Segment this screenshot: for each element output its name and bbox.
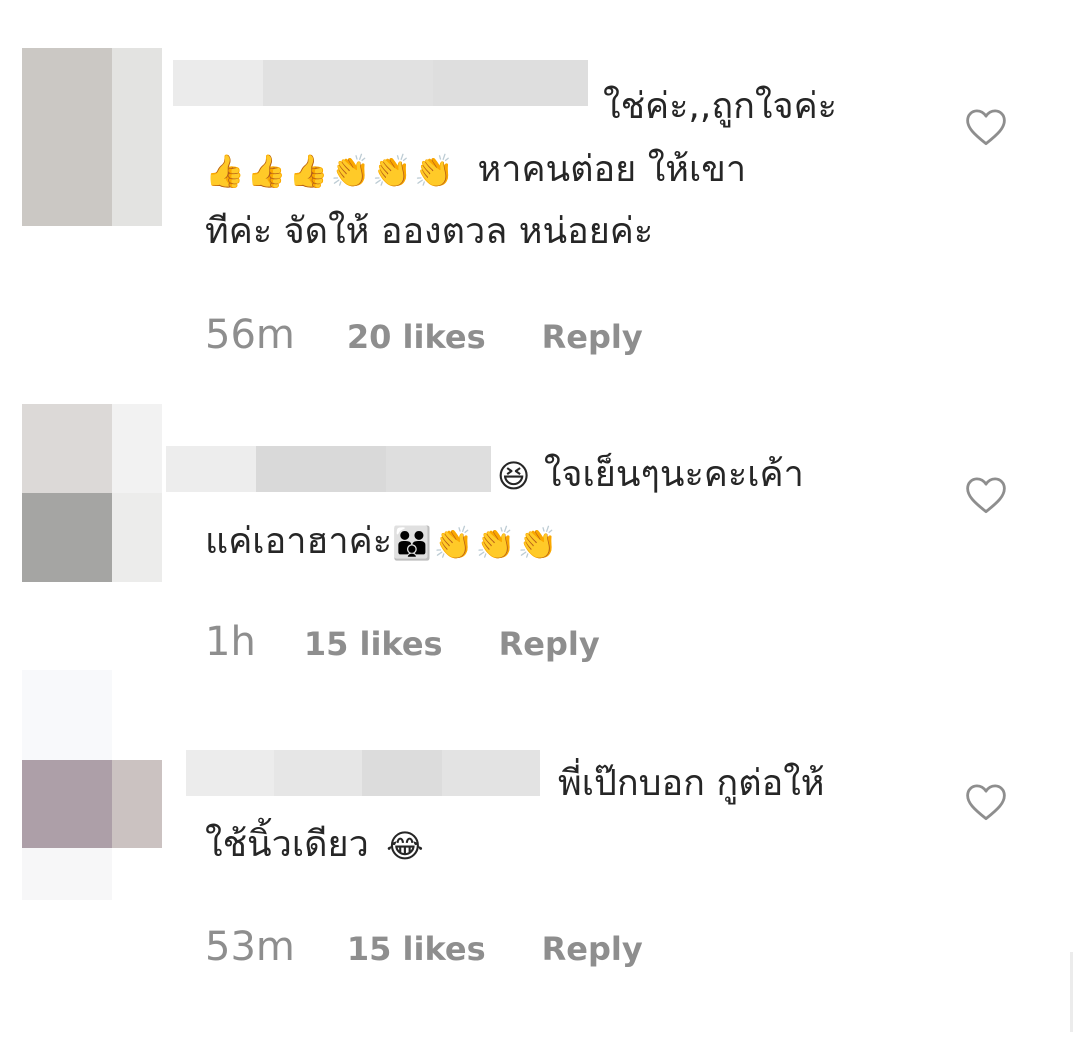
comment-meta: 1h 15 likes Reply bbox=[205, 619, 600, 665]
comment-text-line: 👍👍👍👏👏👏 หาคนต่อย ให้เขา bbox=[205, 143, 746, 198]
avatar[interactable] bbox=[22, 404, 162, 582]
comment-text-line: ใช่ค่ะ,,ถูกใจค่ะ bbox=[603, 86, 837, 127]
clapping-hands-icon: 👏 bbox=[433, 524, 474, 562]
comment-meta: 56m 20 likes Reply bbox=[205, 312, 643, 358]
reply-button[interactable]: Reply bbox=[542, 318, 643, 356]
likes-count[interactable]: 20 likes bbox=[347, 318, 486, 356]
scrollbar-edge bbox=[1070, 952, 1073, 1032]
comment-text-line: ใช้นิ้วเดียว 😂 bbox=[205, 818, 426, 873]
heart-outline-icon[interactable] bbox=[965, 475, 1007, 515]
clapping-hands-icon: 👏 bbox=[372, 152, 413, 190]
clapping-hands-icon: 👏 bbox=[475, 524, 516, 562]
likes-count[interactable]: 15 likes bbox=[304, 625, 443, 663]
comment-timestamp[interactable]: 53m bbox=[205, 924, 295, 970]
comment-meta: 53m 15 likes Reply bbox=[205, 924, 643, 970]
comment-text-line: แค่เอาฮาค่ะ👪👏👏👏 bbox=[205, 515, 559, 570]
avatar[interactable] bbox=[22, 48, 162, 226]
thumbs-up-icon: 👍 bbox=[205, 152, 245, 190]
tears-of-joy-face-icon: 😂 bbox=[386, 827, 424, 865]
clapping-hands-icon: 👏 bbox=[330, 152, 371, 190]
username-redacted bbox=[186, 750, 540, 796]
family-icon: 👪 bbox=[392, 524, 432, 562]
likes-count[interactable]: 15 likes bbox=[347, 930, 486, 968]
reply-button[interactable]: Reply bbox=[542, 930, 643, 968]
comment-timestamp[interactable]: 56m bbox=[205, 312, 295, 358]
comment-text-line: ทีค่ะ จัดให้ อองตวล หน่อยค่ะ bbox=[205, 211, 654, 252]
thumbs-up-icon: 👍 bbox=[246, 152, 287, 190]
heart-outline-icon[interactable] bbox=[965, 782, 1007, 822]
laughing-face-icon: 😆 bbox=[497, 457, 531, 495]
thumbs-up-icon: 👍 bbox=[288, 152, 329, 190]
comment-text-line: พี่เป๊กบอก กูต่อให้ bbox=[558, 763, 825, 804]
clapping-hands-icon: 👏 bbox=[414, 152, 455, 190]
reply-button[interactable]: Reply bbox=[499, 625, 600, 663]
heart-outline-icon[interactable] bbox=[965, 107, 1007, 147]
comment-timestamp[interactable]: 1h bbox=[205, 619, 256, 665]
username-redacted bbox=[173, 60, 588, 106]
comment-text-line: 😆 ใจเย็นๆนะคะเค้า bbox=[497, 448, 804, 503]
avatar[interactable] bbox=[22, 670, 162, 900]
clapping-hands-icon: 👏 bbox=[517, 524, 558, 562]
username-redacted bbox=[166, 446, 491, 492]
